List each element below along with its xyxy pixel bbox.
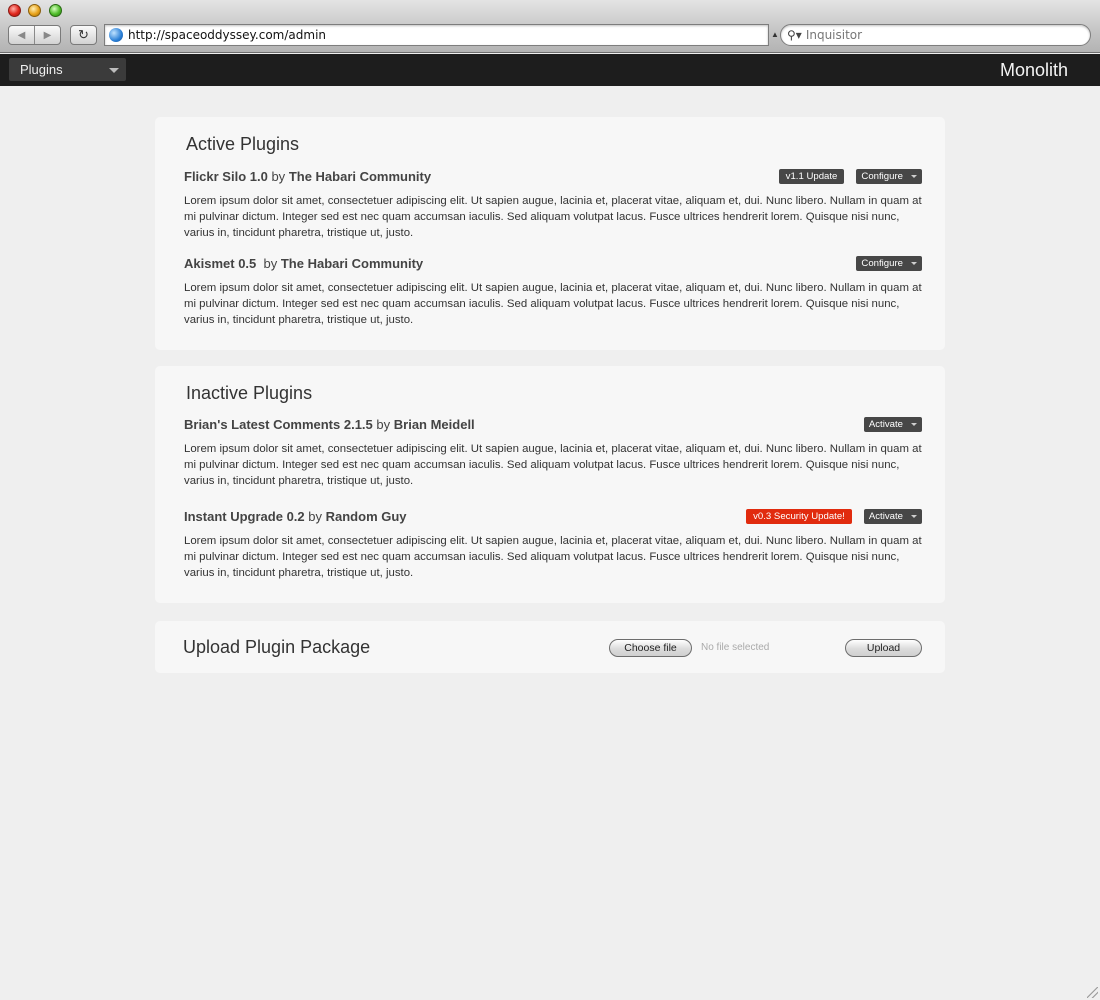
caret-down-icon	[911, 423, 917, 426]
forward-arrow-icon[interactable]: ▶	[34, 26, 60, 44]
by-label: by	[271, 169, 286, 184]
back-forward-buttons: ◀ ▶	[8, 25, 61, 45]
upload-button[interactable]: Upload	[845, 639, 922, 657]
minimize-window-icon[interactable]	[28, 4, 41, 17]
plugin-actions: v1.1 Update Configure	[778, 169, 922, 184]
caret-down-icon	[911, 262, 917, 265]
plugin-title: Brian's Latest Comments 2.1.5 by Brian M…	[184, 417, 922, 433]
configure-button[interactable]: Configure	[856, 169, 922, 184]
update-badge[interactable]: v1.1 Update	[778, 169, 845, 184]
plugin-name: Flickr Silo 1.0	[184, 169, 268, 184]
plugin-author: The Habari Community	[288, 169, 432, 184]
plugin-name: Instant Upgrade 0.2	[184, 509, 305, 524]
plugin-name: Akismet 0.5	[184, 256, 257, 271]
magnifier-icon[interactable]: ⚲▾	[787, 28, 802, 42]
admin-topbar: Plugins Monolith	[0, 54, 1100, 86]
security-update-badge[interactable]: v0.3 Security Update!	[746, 509, 852, 524]
plugin-description: Lorem ipsum dolor sit amet, consectetuer…	[184, 535, 922, 579]
section-menu-label: Plugins	[20, 62, 63, 77]
back-arrow-icon[interactable]: ◀	[9, 26, 34, 44]
inactive-plugins-panel: Inactive Plugins Brian's Latest Comments…	[155, 366, 945, 603]
activate-button[interactable]: Activate	[863, 509, 922, 524]
by-label: by	[376, 417, 391, 432]
panel-title: Active Plugins	[186, 134, 300, 154]
active-plugins-panel: Active Plugins Flickr Silo 1.0 by The Ha…	[155, 117, 945, 350]
activate-label: Activate	[868, 511, 903, 522]
caret-down-icon	[911, 175, 917, 178]
plugin-description: Lorem ipsum dolor sit amet, consectetuer…	[184, 282, 922, 326]
configure-label: Configure	[861, 171, 903, 182]
plugin-description: Lorem ipsum dolor sit amet, consectetuer…	[184, 195, 922, 239]
plugin-item: Instant Upgrade 0.2 by Random Guy v0.3 S…	[184, 509, 922, 581]
resize-grip-icon[interactable]	[1087, 987, 1098, 998]
address-bar[interactable]: http://spaceoddyssey.com/admin	[104, 24, 769, 46]
browser-search-field[interactable]: ⚲▾ Inquisitor	[780, 24, 1091, 46]
plugin-description: Lorem ipsum dolor sit amet, consectetuer…	[184, 443, 922, 487]
choose-file-button[interactable]: Choose file	[609, 639, 692, 657]
browser-toolbar: ◀ ▶ ↻ http://spaceoddyssey.com/admin ▲ ⚲…	[0, 0, 1100, 53]
plugin-name: Brian's Latest Comments 2.1.5	[184, 417, 373, 432]
panel-title: Inactive Plugins	[186, 383, 313, 403]
site-brand[interactable]: Monolith	[1000, 60, 1068, 81]
plugin-author: The Habari Community	[280, 256, 424, 271]
configure-label: Configure	[861, 258, 903, 269]
close-window-icon[interactable]	[8, 4, 21, 17]
globe-icon	[109, 28, 123, 42]
plugin-actions: v0.3 Security Update! Activate	[746, 509, 922, 524]
upload-panel: Upload Plugin Package Choose file No fil…	[155, 621, 945, 673]
plugin-title: Akismet 0.5 by The Habari Community	[184, 256, 922, 272]
zoom-window-icon[interactable]	[49, 4, 62, 17]
url-text[interactable]: http://spaceoddyssey.com/admin	[128, 28, 326, 42]
upload-title: Upload Plugin Package	[183, 637, 371, 657]
chevron-down-icon	[109, 68, 119, 73]
plugin-item: Flickr Silo 1.0 by The Habari Community …	[184, 169, 922, 241]
by-label: by	[263, 256, 278, 271]
caret-down-icon	[911, 515, 917, 518]
file-status: No file selected	[701, 642, 770, 653]
search-placeholder[interactable]: Inquisitor	[806, 28, 862, 42]
activate-label: Activate	[868, 419, 903, 430]
plugin-actions: Activate	[863, 417, 922, 432]
plugin-actions: Configure	[856, 256, 922, 271]
plugin-author: Random Guy	[325, 509, 407, 524]
section-menu-dropdown[interactable]: Plugins	[9, 58, 126, 81]
configure-button[interactable]: Configure	[856, 256, 922, 271]
by-label: by	[308, 509, 322, 524]
plugin-author: Brian Meidell	[393, 417, 475, 432]
plugin-item: Akismet 0.5 by The Habari Community Conf…	[184, 256, 922, 328]
activate-button[interactable]: Activate	[863, 417, 922, 432]
snapback-icon[interactable]: ▲	[771, 30, 779, 39]
plugin-item: Brian's Latest Comments 2.1.5 by Brian M…	[184, 417, 922, 489]
reload-icon[interactable]: ↻	[70, 25, 97, 45]
